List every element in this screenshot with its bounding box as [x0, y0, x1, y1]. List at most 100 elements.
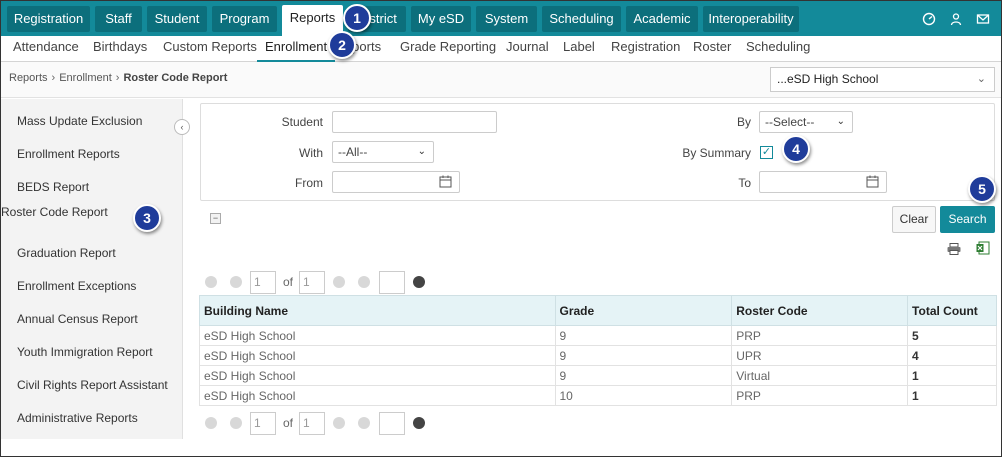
chevron-down-icon: ⌄: [417, 146, 426, 157]
subnav-birthdays[interactable]: Birthdays: [93, 36, 147, 62]
go-page-icon[interactable]: [413, 276, 425, 288]
collapse-filters-button[interactable]: −: [210, 213, 221, 224]
results-table: Building Name Grade Roster Code Total Co…: [199, 295, 997, 406]
cell-building: eSD High School: [199, 325, 556, 346]
table-header-row: Building Name Grade Roster Code Total Co…: [199, 295, 997, 326]
school-select[interactable]: ...eSD High School ⌄: [770, 67, 995, 92]
breadcrumb-reports[interactable]: Reports: [9, 72, 48, 84]
page-size-input[interactable]: [379, 271, 405, 294]
from-label: From: [295, 176, 323, 190]
last-page-icon[interactable]: [358, 417, 370, 429]
with-select[interactable]: --All-- ⌄: [332, 141, 434, 163]
calendar-icon[interactable]: [439, 175, 452, 188]
calendar-icon[interactable]: [866, 175, 879, 188]
chevron-right-icon: ›: [115, 72, 120, 84]
by-select[interactable]: --Select-- ⌄: [759, 111, 853, 133]
column-header-building-name[interactable]: Building Name: [199, 295, 556, 326]
column-header-total-count[interactable]: Total Count: [907, 295, 997, 326]
to-date-input[interactable]: [759, 171, 887, 193]
minus-icon: −: [212, 213, 219, 223]
cell-roster-code: UPR: [731, 345, 909, 366]
subnav-enrollment[interactable]: Enrollment: [257, 36, 336, 62]
callout-5: 5: [968, 175, 996, 203]
tab-system[interactable]: System: [476, 6, 537, 32]
by-summary-checkbox[interactable]: ✓: [760, 146, 773, 159]
tab-my-esd[interactable]: My eSD: [411, 6, 471, 32]
with-label: With: [299, 146, 323, 160]
tab-staff[interactable]: Staff: [95, 6, 142, 32]
cell-building: eSD High School: [199, 365, 556, 386]
dashboard-icon[interactable]: [922, 12, 936, 26]
student-label: Student: [281, 115, 323, 129]
subnav-label[interactable]: Label: [563, 36, 595, 62]
chevron-right-icon: ›: [51, 72, 56, 84]
cell-grade: 9: [554, 325, 733, 346]
page-number-input[interactable]: 1: [250, 271, 276, 294]
subnav-journal[interactable]: Journal: [506, 36, 549, 62]
total-pages-box: 1: [299, 412, 325, 435]
prev-page-icon[interactable]: [230, 417, 242, 429]
next-page-icon[interactable]: [333, 276, 345, 288]
mail-icon[interactable]: [976, 12, 990, 26]
collapse-sidebar-button[interactable]: ‹: [174, 119, 190, 135]
chevron-left-icon: ‹: [180, 122, 184, 132]
callout-2: 2: [328, 31, 356, 59]
pager-of-label: of: [283, 275, 294, 289]
app-window: Registration Staff Student Program Repor…: [0, 0, 1002, 457]
tab-academic[interactable]: Academic: [626, 6, 698, 32]
cell-roster-code: PRP: [731, 385, 909, 406]
print-icon[interactable]: [947, 243, 961, 255]
user-icon[interactable]: [949, 12, 963, 26]
callout-3: 3: [133, 204, 161, 232]
subnav-registration[interactable]: Registration: [611, 36, 680, 62]
cell-building: eSD High School: [199, 385, 556, 406]
sidebar-item-roster-code-report[interactable]: Roster Code Report: [1, 205, 108, 219]
callout-1: 1: [343, 4, 371, 32]
sidebar-item-enrollment-reports[interactable]: Enrollment Reports: [17, 147, 120, 161]
tab-scheduling[interactable]: Scheduling: [542, 6, 621, 32]
sidebar-item-youth-immigration-report[interactable]: Youth Immigration Report: [17, 345, 153, 359]
cell-grade: 9: [554, 345, 733, 366]
first-page-icon[interactable]: [205, 276, 217, 288]
sidebar-item-beds-report[interactable]: BEDS Report: [17, 180, 89, 194]
sidebar-item-administrative-reports[interactable]: Administrative Reports: [17, 411, 138, 425]
tab-interoperability[interactable]: Interoperability: [703, 6, 799, 32]
cell-roster-code: PRP: [731, 325, 909, 346]
sidebar-item-mass-update-exclusion[interactable]: Mass Update Exclusion: [17, 114, 142, 128]
first-page-icon[interactable]: [205, 417, 217, 429]
student-input[interactable]: [332, 111, 497, 133]
tab-registration[interactable]: Registration: [7, 6, 90, 32]
with-select-value: --All--: [338, 145, 368, 159]
top-navigation: Registration Staff Student Program Repor…: [1, 1, 1001, 36]
from-date-input[interactable]: [332, 171, 460, 193]
sidebar-item-graduation-report[interactable]: Graduation Report: [17, 246, 116, 260]
checkmark-icon: ✓: [761, 146, 772, 158]
subnav-attendance[interactable]: Attendance: [13, 36, 79, 62]
subnav-grade-reporting[interactable]: Grade Reporting: [400, 36, 496, 62]
clear-button[interactable]: Clear: [892, 206, 936, 233]
tab-program[interactable]: Program: [212, 6, 277, 32]
by-label: By: [736, 115, 751, 129]
chevron-down-icon: ⌄: [976, 73, 986, 85]
column-header-roster-code[interactable]: Roster Code: [731, 295, 909, 326]
search-button[interactable]: Search: [940, 206, 995, 233]
page-number-input[interactable]: 1: [250, 412, 276, 435]
to-label: To: [738, 176, 751, 190]
subnav-custom-reports[interactable]: Custom Reports: [163, 36, 257, 62]
sidebar-item-enrollment-exceptions[interactable]: Enrollment Exceptions: [17, 279, 136, 293]
tab-reports[interactable]: Reports: [282, 5, 343, 36]
sidebar-item-civil-rights-report-assistant[interactable]: Civil Rights Report Assistant: [17, 378, 168, 392]
subnav-scheduling[interactable]: Scheduling: [746, 36, 810, 62]
subnav-roster[interactable]: Roster: [693, 36, 731, 62]
column-header-grade[interactable]: Grade: [554, 295, 733, 326]
excel-export-icon[interactable]: [976, 241, 990, 255]
go-page-icon[interactable]: [413, 417, 425, 429]
cell-total-count: 4: [907, 345, 997, 366]
sidebar-item-annual-census-report[interactable]: Annual Census Report: [17, 312, 138, 326]
tab-student[interactable]: Student: [147, 6, 207, 32]
prev-page-icon[interactable]: [230, 276, 242, 288]
next-page-icon[interactable]: [333, 417, 345, 429]
breadcrumb-enrollment[interactable]: Enrollment: [59, 72, 112, 84]
page-size-input[interactable]: [379, 412, 405, 435]
last-page-icon[interactable]: [358, 276, 370, 288]
